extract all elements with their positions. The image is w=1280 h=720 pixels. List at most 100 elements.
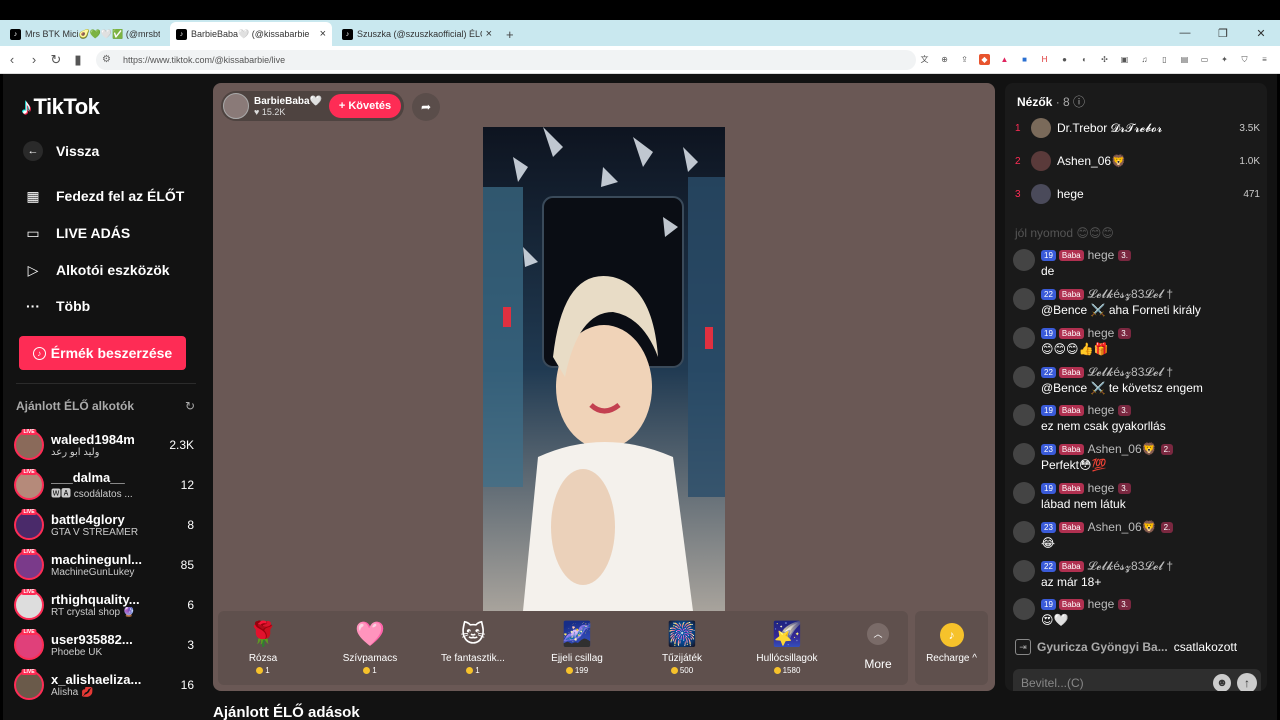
extension-icon[interactable]: ●	[1059, 54, 1070, 65]
avatar[interactable]	[1013, 521, 1035, 543]
sidebar-icon[interactable]: ▯	[1159, 54, 1170, 65]
extension-icon[interactable]: ▣	[1119, 54, 1130, 65]
close-tab-icon[interactable]: ×	[486, 28, 492, 40]
heart-puff-gift-icon: 🩷	[355, 621, 385, 648]
username[interactable]: Ashen_06🦁	[1088, 442, 1157, 456]
viewer-rank: 3	[1015, 188, 1021, 200]
gift-item[interactable]: 🩷 Szívpamacs 1	[325, 619, 415, 675]
recommended-creator[interactable]: LIVE machinegunl... MachineGunLukey 85	[14, 545, 194, 585]
emoji-icon[interactable]: ☻	[1213, 674, 1231, 691]
username[interactable]: 𝓛𝓮𝓵𝓴é𝓼𝔃83𝓛𝓮𝓵 †	[1088, 287, 1173, 302]
recommended-creator[interactable]: LIVE waleed1984m وليد ابو رعد 2.3K	[14, 425, 194, 465]
share-icon[interactable]: ⇪	[959, 54, 970, 65]
url-field[interactable]: ⚙ https://www.tiktok.com/@kissabarbie/li…	[96, 49, 916, 70]
info-icon[interactable]: ⓘ	[1073, 95, 1085, 109]
back-button[interactable]: ← Vissza	[23, 141, 99, 161]
top-viewer-row[interactable]: 1 Dr.Trebor 𝓓𝓻𝓣𝓻𝓮𝓫𝓸𝓻 3.5K	[1015, 116, 1260, 140]
avatar[interactable]	[1013, 366, 1035, 388]
avatar[interactable]	[1013, 482, 1035, 504]
host-avatar[interactable]	[223, 93, 249, 119]
get-coins-button[interactable]: ♪ Érmék beszerzése	[19, 336, 186, 370]
gift-item[interactable]: 🐱 Te fantasztik... 1	[428, 619, 518, 675]
recommended-creator[interactable]: LIVE battle4glory GTA V STREAMER 8	[14, 505, 194, 545]
recharge-button[interactable]: ♪ Recharge ^	[915, 611, 988, 685]
avatar[interactable]	[1013, 288, 1035, 310]
zoom-icon[interactable]: ⊕	[939, 54, 950, 65]
recommended-creator[interactable]: LIVE rthighquality... RT crystal shop 🔮 6	[14, 585, 194, 625]
coin-icon	[773, 667, 781, 674]
browser-tab-active[interactable]: ♪ BarbieBaba🤍 (@kissabarbie ×	[170, 22, 332, 46]
nav-go-live[interactable]: ▭ LIVE ADÁS	[23, 223, 130, 243]
brave-shield-icon[interactable]: ◆	[979, 54, 990, 65]
avatar[interactable]	[1013, 404, 1035, 426]
refresh-icon[interactable]: ↻	[185, 399, 195, 413]
bookmark-icon[interactable]: ▮	[68, 52, 88, 68]
close-tab-icon[interactable]: ×	[320, 28, 326, 40]
recommended-creator[interactable]: LIVE user935882... Phoebe UK 3	[14, 625, 194, 665]
gift-item[interactable]: 🌹 Rózsa 1	[218, 619, 308, 675]
username[interactable]: hege	[1088, 597, 1115, 611]
rewards-icon[interactable]: ▲	[999, 54, 1010, 65]
extension-icon[interactable]: H	[1039, 54, 1050, 65]
username[interactable]: hege	[1088, 481, 1115, 495]
back-arrow-icon[interactable]: ‹	[2, 52, 22, 67]
username[interactable]: hege	[1088, 326, 1115, 340]
share-icon[interactable]: ➦	[412, 93, 440, 121]
fan-badge: Baba	[1058, 482, 1084, 494]
username[interactable]: 𝓛𝓮𝓵𝓴é𝓼𝔃83𝓛𝓮𝓵 †	[1088, 365, 1173, 380]
gift-item[interactable]: 🎆 Tűzijáték 500	[637, 619, 727, 675]
username[interactable]: 𝓛𝓮𝓵𝓴é𝓼𝔃83𝓛𝓮𝓵 †	[1088, 559, 1173, 574]
reload-icon[interactable]: ↻	[46, 52, 66, 68]
nav-creator-tools[interactable]: ▷ Alkotói eszközök	[23, 260, 170, 280]
extension-icon[interactable]: ◐	[1079, 54, 1090, 65]
viewers-header[interactable]: Nézők · 8 ⓘ	[1017, 93, 1085, 110]
close-window-icon[interactable]: ✕	[1242, 27, 1280, 40]
extension-icon[interactable]: ■	[1019, 54, 1030, 65]
chat-input[interactable]	[1021, 676, 1213, 690]
joined-username[interactable]: Gyuricza Gyöngyi Ba...	[1037, 640, 1168, 654]
minimize-icon[interactable]: —	[1166, 27, 1204, 39]
ai-icon[interactable]: ✦	[1219, 54, 1230, 65]
live-badge: LIVE	[21, 429, 37, 435]
new-tab-button[interactable]: +	[506, 22, 514, 46]
host-name[interactable]: BarbieBaba🤍	[254, 96, 322, 107]
vpn-icon[interactable]: ⛉	[1239, 54, 1250, 65]
avatar[interactable]	[1013, 249, 1035, 271]
creator-name: ___dalma__	[51, 470, 125, 485]
top-viewer-row[interactable]: 3 hege 471	[1015, 182, 1260, 206]
forward-arrow-icon[interactable]: ›	[24, 52, 44, 67]
username[interactable]: Ashen_06🦁	[1088, 520, 1157, 534]
recommended-creator[interactable]: LIVE ___dalma__ 🆆🅰 csodálatos ... 12	[14, 465, 194, 505]
follow-button[interactable]: + Követés	[329, 94, 401, 118]
nav-explore-live[interactable]: ▦ Fedezd fel az ÉLŐT	[23, 186, 184, 206]
nav-label: Több	[56, 298, 91, 314]
restore-icon[interactable]: ❐	[1204, 27, 1242, 40]
wallet-icon[interactable]: ▭	[1199, 54, 1210, 65]
avatar[interactable]	[1013, 443, 1035, 465]
translate-icon[interactable]: 文	[919, 54, 930, 65]
recommended-creator[interactable]: LIVE x_alishaeliza... Alisha 💋 16	[14, 665, 194, 705]
avatar[interactable]	[1013, 327, 1035, 349]
gift-item[interactable]: 🌌 Éjjeli csillag 199	[532, 619, 622, 675]
more-gifts-button[interactable]: ︿ More	[858, 623, 898, 671]
nav-more[interactable]: ··· Több	[23, 296, 90, 316]
tiktok-favicon-icon: ♪	[176, 28, 187, 40]
avatar[interactable]	[1013, 598, 1035, 620]
username[interactable]: hege	[1088, 403, 1115, 417]
live-video[interactable]	[483, 127, 725, 611]
puzzle-icon[interactable]: ✣	[1099, 54, 1110, 65]
music-icon[interactable]: ♫	[1139, 54, 1150, 65]
browser-tab[interactable]: ♪ Szuszka (@szuszkaofficial) ÉLŐ adás ×	[336, 22, 498, 46]
tiktok-logo[interactable]: ♪ TikTok	[21, 94, 100, 120]
top-viewer-row[interactable]: 2 Ashen_06🦁 1.0K	[1015, 149, 1260, 173]
browser-tab[interactable]: ♪ Mrs BTK Mici🥑💚🤍✅ (@mrsbt	[4, 22, 166, 46]
message-text: Perfekt😳💯	[1041, 458, 1107, 472]
menu-icon[interactable]: ≡	[1259, 54, 1270, 65]
site-info-icon[interactable]: ⚙	[102, 54, 111, 65]
gift-item[interactable]: 🌠 Hullócsillagok 1580	[742, 619, 832, 675]
username[interactable]: hege	[1088, 248, 1115, 262]
extension-icon[interactable]: ▤	[1179, 54, 1190, 65]
viewer-name: hege	[1057, 187, 1084, 201]
send-icon[interactable]: ↑	[1237, 673, 1257, 691]
avatar[interactable]	[1013, 560, 1035, 582]
